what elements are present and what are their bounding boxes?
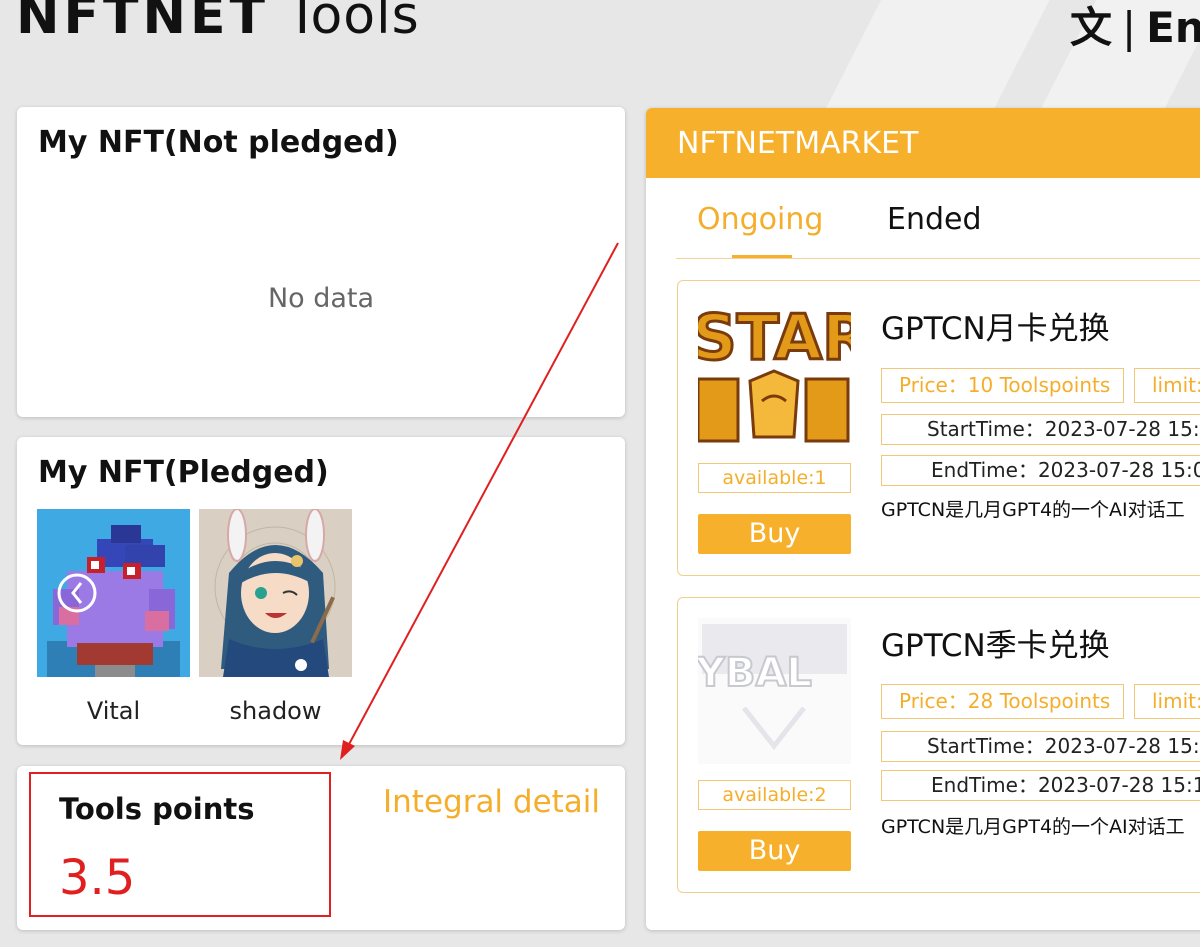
lang-english-link[interactable]: En xyxy=(1146,3,1200,52)
not-pledged-card: My NFT(Not pledged) No data xyxy=(17,107,625,417)
market-item-image[interactable]: STAR xyxy=(698,301,851,447)
not-pledged-title: My NFT(Not pledged) xyxy=(38,125,399,160)
end-time: EndTime：2023-07-28 15:00 xyxy=(881,455,1200,486)
nft-item[interactable]: Vital xyxy=(37,509,190,725)
price-tag: Price：10 Toolspoints xyxy=(881,368,1124,403)
nft-item[interactable]: shadow xyxy=(199,509,352,725)
buy-button[interactable]: Buy xyxy=(698,514,851,554)
market-panel: NFTNETMARKET Ongoing Ended STAR availabl… xyxy=(646,108,1200,930)
available-badge: available:1 xyxy=(698,463,851,493)
market-item-image-text: STAR xyxy=(698,301,851,374)
available-badge: available:2 xyxy=(698,780,851,810)
market-item: STAR available:1 Buy GPTCN月卡兑换 Price：10 … xyxy=(677,280,1200,576)
buy-button[interactable]: Buy xyxy=(698,831,851,871)
tab-ongoing[interactable]: Ongoing xyxy=(697,202,823,237)
market-item-image-text: YBAL xyxy=(698,650,812,696)
logo[interactable]: NFTNET Tools xyxy=(16,0,420,46)
price-tag: Price：28 Toolspoints xyxy=(881,684,1124,719)
end-time: EndTime：2023-07-28 15:13 xyxy=(881,770,1200,801)
tools-points-card: Tools points 3.5 Integral detail xyxy=(17,766,625,930)
points-title: Tools points xyxy=(59,792,255,826)
lang-chinese-link[interactable]: 文 xyxy=(1070,3,1112,52)
empty-state-text: No data xyxy=(267,283,375,314)
market-item-description: GPTCN是几月GPT4的一个AI对话工 xyxy=(881,499,1185,521)
limit-tag: limit: xyxy=(1134,368,1200,403)
market-item-image[interactable]: YBAL xyxy=(698,618,851,764)
points-value: 3.5 xyxy=(59,850,136,906)
market-item-description: GPTCN是几月GPT4的一个AI对话工 xyxy=(881,816,1185,838)
pledged-card: My NFT(Pledged) Vital shadow xyxy=(17,437,625,745)
nft-image-vital[interactable] xyxy=(37,509,190,677)
start-time: StartTime：2023-07-28 15:0 xyxy=(881,414,1200,445)
integral-detail-link[interactable]: Integral detail xyxy=(383,784,600,820)
tab-ended[interactable]: Ended xyxy=(887,202,982,237)
logo-suffix: Tools xyxy=(269,0,420,46)
header: NFTNET Tools 文 | En xyxy=(0,0,1200,60)
limit-tag: limit: xyxy=(1134,684,1200,719)
start-time: StartTime：2023-07-28 15:1 xyxy=(881,731,1200,762)
nft-name: Vital xyxy=(86,697,141,725)
language-switcher: 文 | En xyxy=(1070,0,1200,55)
points-highlight-box: Tools points 3.5 xyxy=(29,772,331,917)
nft-image-shadow[interactable] xyxy=(199,509,352,677)
tab-divider xyxy=(676,258,1200,259)
market-item: YBAL available:2 Buy GPTCN季卡兑换 Price：28 … xyxy=(677,597,1200,893)
market-header: NFTNETMARKET xyxy=(646,108,1200,178)
pledged-title: My NFT(Pledged) xyxy=(38,455,329,490)
lang-separator: | xyxy=(1122,3,1137,52)
market-item-title: GPTCN季卡兑换 xyxy=(881,628,1110,664)
logo-brand: NFTNET xyxy=(16,0,270,46)
market-title: NFTNETMARKET xyxy=(677,126,919,161)
market-item-title: GPTCN月卡兑换 xyxy=(881,311,1110,347)
nft-name: shadow xyxy=(229,697,322,725)
